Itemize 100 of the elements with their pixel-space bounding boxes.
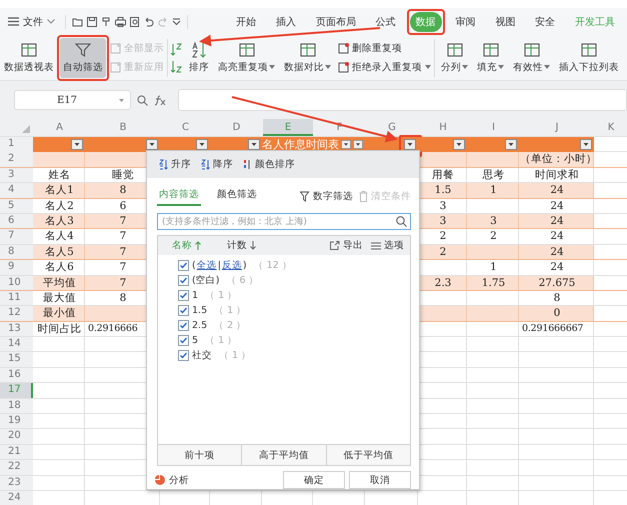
formula-input[interactable] (178, 89, 627, 111)
print-preview-icon[interactable] (130, 16, 140, 26)
list-tool-button[interactable]: 导出 (330, 239, 363, 252)
quick-filter-button[interactable]: 低于平均值 (326, 445, 410, 465)
ribbon-button[interactable]: 分列 (438, 38, 471, 78)
row-header[interactable]: 19 (0, 414, 33, 428)
filter-dropdown-icon[interactable] (353, 139, 363, 150)
row-header[interactable]: 21 (0, 444, 33, 460)
filter-dropdown-icon[interactable] (580, 139, 592, 150)
name-box[interactable]: E17 (14, 90, 131, 110)
quick-filter-button[interactable]: 高于平均值 (242, 445, 327, 465)
file-menu[interactable]: 文件 (4, 12, 59, 30)
zoom-icon[interactable] (137, 94, 148, 106)
filter-dropdown-icon[interactable] (71, 139, 83, 150)
row-header[interactable]: 23 (0, 476, 33, 490)
row-header[interactable]: 10 (0, 276, 33, 290)
list-column-header[interactable]: 计数 (227, 239, 256, 252)
invert-selection-link[interactable]: 反选 (222, 259, 242, 272)
row-header[interactable]: 2 (0, 152, 33, 167)
row-header[interactable]: 12 (0, 306, 33, 321)
row-header[interactable]: 22 (0, 460, 33, 475)
row-header[interactable]: 9 (0, 260, 33, 275)
ribbon-tab[interactable]: 视图 (489, 12, 522, 32)
column-header[interactable]: G (366, 119, 418, 136)
quick-filter-button[interactable]: 前十项 (158, 445, 242, 465)
checkbox[interactable] (178, 335, 189, 346)
row-header[interactable]: 13 (0, 322, 33, 336)
list-tool-button[interactable]: 选项 (371, 239, 404, 252)
checkbox[interactable] (178, 275, 189, 286)
ribbon-tab[interactable]: 安全 (529, 12, 562, 32)
row-header[interactable]: 15 (0, 352, 33, 367)
checkbox[interactable] (178, 290, 189, 302)
column-header[interactable]: I (468, 119, 519, 136)
dialog-button[interactable]: 取消 (349, 471, 411, 489)
ribbon-tab[interactable]: 数据 (410, 12, 442, 32)
row-header[interactable]: 11 (0, 290, 33, 306)
ribbon-button[interactable]: 自动筛选 (60, 38, 106, 78)
row-header[interactable]: 8 (0, 244, 33, 260)
ribbon-button[interactable]: 填充 (474, 38, 507, 78)
list-column-header[interactable]: 名称 (172, 239, 201, 252)
folder-icon[interactable] (72, 16, 83, 26)
sort-descending-icon[interactable] (171, 60, 183, 72)
sort-option[interactable]: 升序 (159, 158, 191, 171)
filter-dropdown-icon[interactable] (404, 139, 416, 150)
row-header[interactable]: 16 (0, 368, 33, 382)
ribbon-button[interactable]: 拒绝录入重复项 (338, 60, 431, 74)
checkbox[interactable] (178, 320, 189, 332)
row-header[interactable]: 4 (0, 183, 33, 198)
row-header[interactable]: 24 (0, 490, 33, 505)
filter-dropdown-icon[interactable] (341, 139, 351, 150)
filter-dropdown-icon[interactable] (505, 139, 517, 150)
filter-dropdown-icon[interactable] (146, 139, 158, 150)
sort-button[interactable]: 排序 (186, 38, 212, 78)
row-header[interactable]: 3 (0, 168, 33, 182)
ribbon-button[interactable]: 高亮重复项 (215, 38, 278, 78)
ribbon-tab[interactable]: 公式 (370, 12, 402, 32)
ribbon-tab[interactable]: 页面布局 (310, 12, 362, 32)
select-all-link[interactable]: 全选 (196, 259, 217, 272)
row-header[interactable]: 5 (0, 198, 33, 213)
sort-option[interactable]: 颜色排序 (243, 158, 295, 171)
checkbox[interactable] (178, 350, 189, 362)
ribbon-button[interactable]: 插入下拉列表 (556, 38, 622, 78)
row-header[interactable]: 6 (0, 214, 33, 228)
ribbon-button[interactable]: 数据透视表 (1, 38, 57, 78)
row-header[interactable]: 7 (0, 229, 33, 244)
ribbon-tab[interactable]: 开发工具 (569, 12, 621, 32)
function-icon[interactable] (154, 94, 166, 106)
filter-tab[interactable]: 内容筛选 (157, 186, 201, 206)
filter-action[interactable]: 数字筛选 (300, 190, 353, 203)
filter-tab[interactable]: 颜色筛选 (215, 186, 259, 206)
filter-dropdown-icon[interactable] (453, 139, 465, 150)
row-header[interactable]: 18 (0, 398, 33, 414)
printer-icon[interactable] (115, 16, 126, 26)
column-header[interactable]: B (86, 119, 160, 136)
analyze-button[interactable]: 分析 (155, 474, 189, 486)
filter-dropdown-icon[interactable] (196, 139, 208, 150)
column-header[interactable]: J (520, 119, 594, 136)
column-header[interactable]: C (161, 119, 210, 136)
filter-dropdown-icon[interactable] (248, 139, 260, 150)
ribbon-tab[interactable]: 插入 (270, 12, 302, 32)
format-painter-icon[interactable] (101, 16, 111, 26)
dialog-button[interactable]: 确定 (283, 471, 345, 489)
checkbox[interactable] (178, 260, 189, 272)
ribbon-button[interactable]: 有效性 (510, 38, 553, 78)
row-header[interactable]: 17 (0, 383, 33, 398)
ribbon-button[interactable]: 数据对比 (281, 38, 334, 78)
undo-icon[interactable] (144, 16, 154, 26)
sort-option[interactable]: 降序 (201, 158, 233, 171)
checkbox[interactable] (178, 305, 189, 316)
chevron-down-icon[interactable] (172, 18, 181, 26)
ribbon-tab[interactable]: 审阅 (449, 12, 482, 32)
sort-ascending-icon[interactable] (171, 42, 183, 56)
row-header[interactable]: 20 (0, 429, 33, 444)
column-header[interactable]: H (419, 119, 467, 136)
row-header[interactable]: 14 (0, 337, 33, 352)
ribbon-tab[interactable]: 开始 (230, 12, 262, 32)
column-header[interactable]: K (595, 119, 627, 136)
search-field[interactable]: (支持多条件过滤，例如：北京 上海) (157, 213, 411, 230)
column-header[interactable]: D (211, 119, 262, 136)
ribbon-button[interactable]: 删除重复项 (338, 42, 431, 54)
